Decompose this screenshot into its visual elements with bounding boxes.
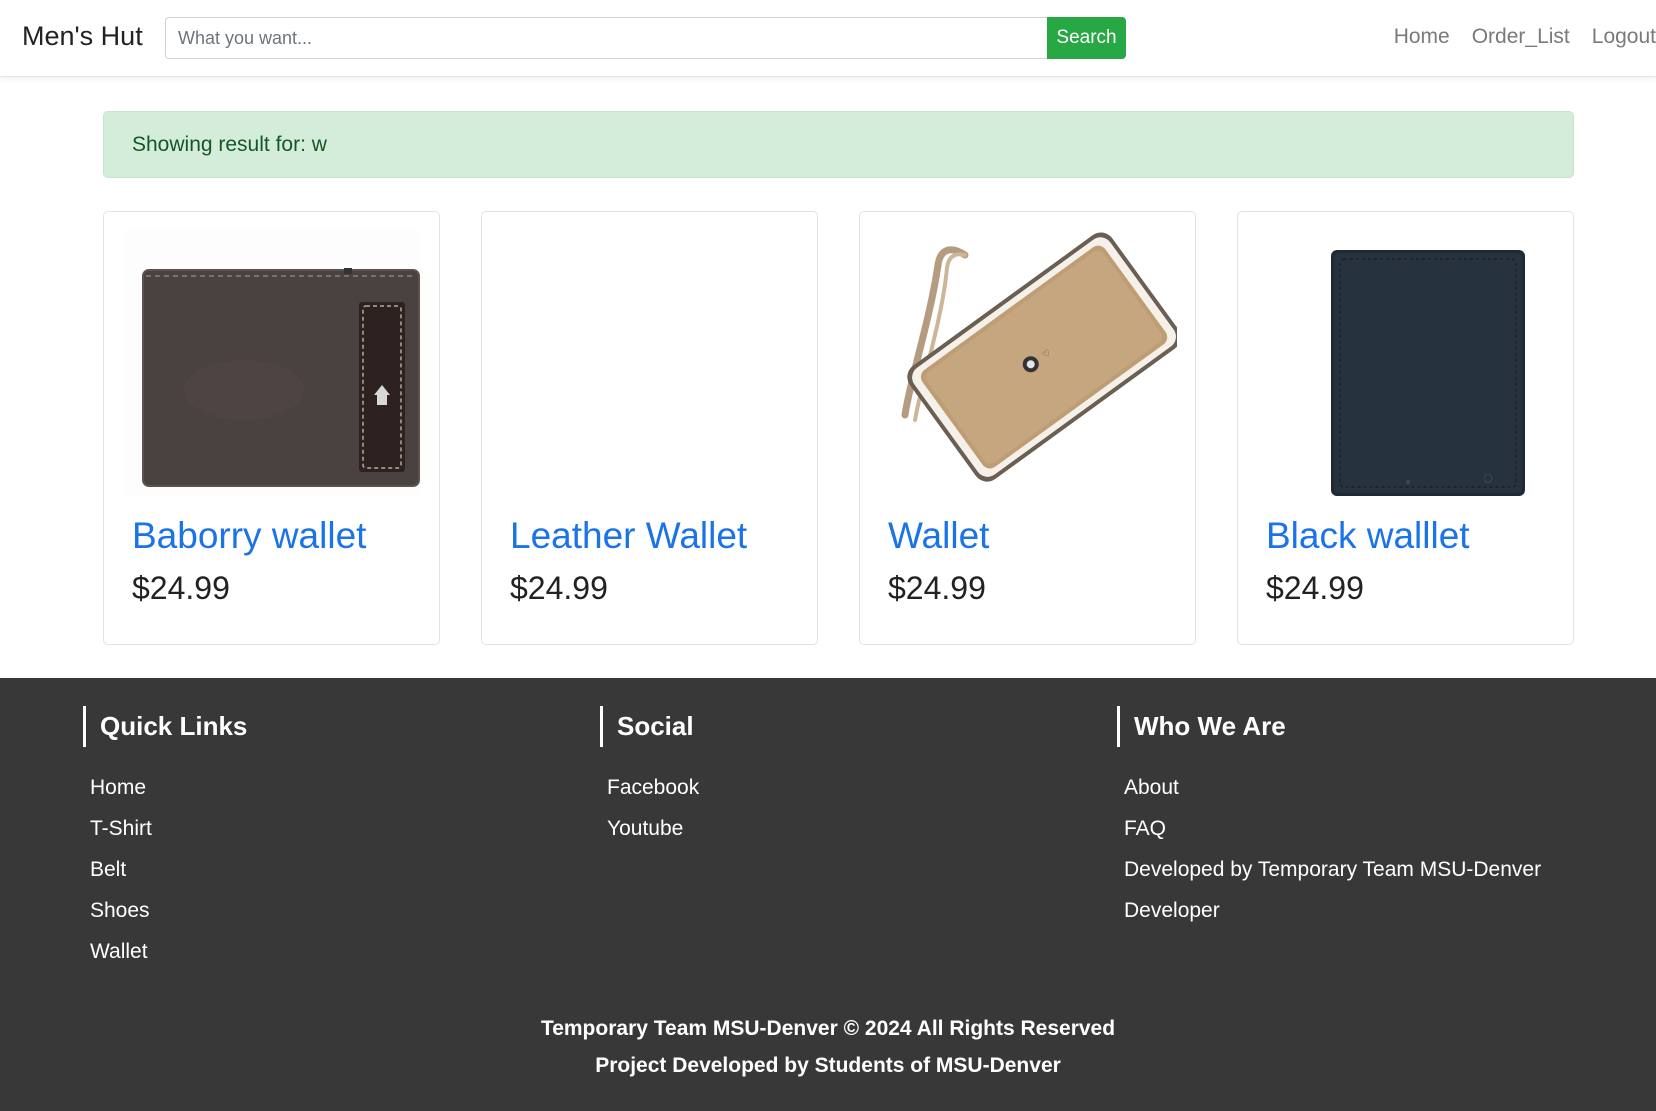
footer-link-youtube[interactable]: Youtube bbox=[607, 817, 683, 840]
footer-link-wallet[interactable]: Wallet bbox=[90, 940, 148, 963]
product-price: $24.99 bbox=[888, 570, 986, 606]
footer-bottom: Temporary Team MSU-Denver © 2024 All Rig… bbox=[0, 1010, 1656, 1084]
product-title-link[interactable]: Wallet bbox=[888, 515, 989, 557]
footer-social: Social Facebook Youtube bbox=[600, 706, 699, 858]
search-form: Search bbox=[165, 17, 1126, 59]
footer-link-facebook[interactable]: Facebook bbox=[607, 776, 699, 799]
footer-quick-links: Quick Links Home T-Shirt Belt Shoes Wall… bbox=[83, 706, 247, 981]
copyright-text: Temporary Team MSU-Denver © 2024 All Rig… bbox=[540, 1017, 1116, 1040]
search-result-text: Showing result for: w bbox=[132, 132, 327, 156]
search-button[interactable]: Search bbox=[1047, 17, 1126, 59]
footer: Quick Links Home T-Shirt Belt Shoes Wall… bbox=[0, 678, 1656, 1111]
footer-link-tshirt[interactable]: T-Shirt bbox=[90, 817, 152, 840]
nav-home-link[interactable]: Home bbox=[1394, 25, 1450, 49]
search-result-alert: Showing result for: w bbox=[103, 111, 1574, 178]
brown-wallet-image[interactable] bbox=[124, 230, 421, 496]
footer-link-about[interactable]: About bbox=[1124, 776, 1179, 799]
product-card: Leather Wallet $24.99 bbox=[481, 211, 818, 645]
product-title-link[interactable]: Leather Wallet bbox=[510, 515, 747, 557]
search-input[interactable] bbox=[165, 17, 1047, 59]
nav-order-list-link[interactable]: Order_List bbox=[1472, 25, 1570, 49]
black-wallet-image[interactable] bbox=[1258, 230, 1555, 496]
footer-link-belt[interactable]: Belt bbox=[90, 858, 126, 881]
footer-heading: Who We Are bbox=[1117, 706, 1541, 747]
footer-heading: Social bbox=[600, 706, 699, 747]
product-price: $24.99 bbox=[1266, 570, 1364, 606]
nav-logout-link[interactable]: Logout bbox=[1592, 25, 1656, 49]
blank-image[interactable] bbox=[502, 230, 799, 496]
footer-heading: Quick Links bbox=[83, 706, 247, 747]
nav-links: Home Order_List Logout bbox=[1372, 25, 1656, 49]
footer-link-developer[interactable]: Developer bbox=[1124, 899, 1220, 922]
navbar: Men's Hut Search Home Order_List Logout bbox=[0, 0, 1656, 77]
product-title-link[interactable]: Baborry wallet bbox=[132, 515, 366, 557]
product-price: $24.99 bbox=[132, 570, 230, 606]
footer-link-shoes[interactable]: Shoes bbox=[90, 899, 150, 922]
footer-who-we-are: Who We Are About FAQ Developed by Tempor… bbox=[1117, 706, 1541, 940]
tan-clutch-wallet-image[interactable]: ♡ bbox=[880, 230, 1177, 496]
credit-text: Project Developed by Students of MSU-Den… bbox=[595, 1054, 1061, 1077]
product-card: Baborry wallet $24.99 bbox=[103, 211, 440, 645]
footer-link-home[interactable]: Home bbox=[90, 776, 146, 799]
footer-link-faq[interactable]: FAQ bbox=[1124, 817, 1166, 840]
product-price: $24.99 bbox=[510, 570, 608, 606]
product-title-link[interactable]: Black walllet bbox=[1266, 515, 1470, 557]
footer-link-developed-by[interactable]: Developed by Temporary Team MSU-Denver bbox=[1124, 858, 1541, 881]
brand-logo[interactable]: Men's Hut bbox=[22, 21, 143, 52]
product-card: Black walllet $24.99 bbox=[1237, 211, 1574, 645]
product-card: ♡ Wallet $24.99 bbox=[859, 211, 1196, 645]
